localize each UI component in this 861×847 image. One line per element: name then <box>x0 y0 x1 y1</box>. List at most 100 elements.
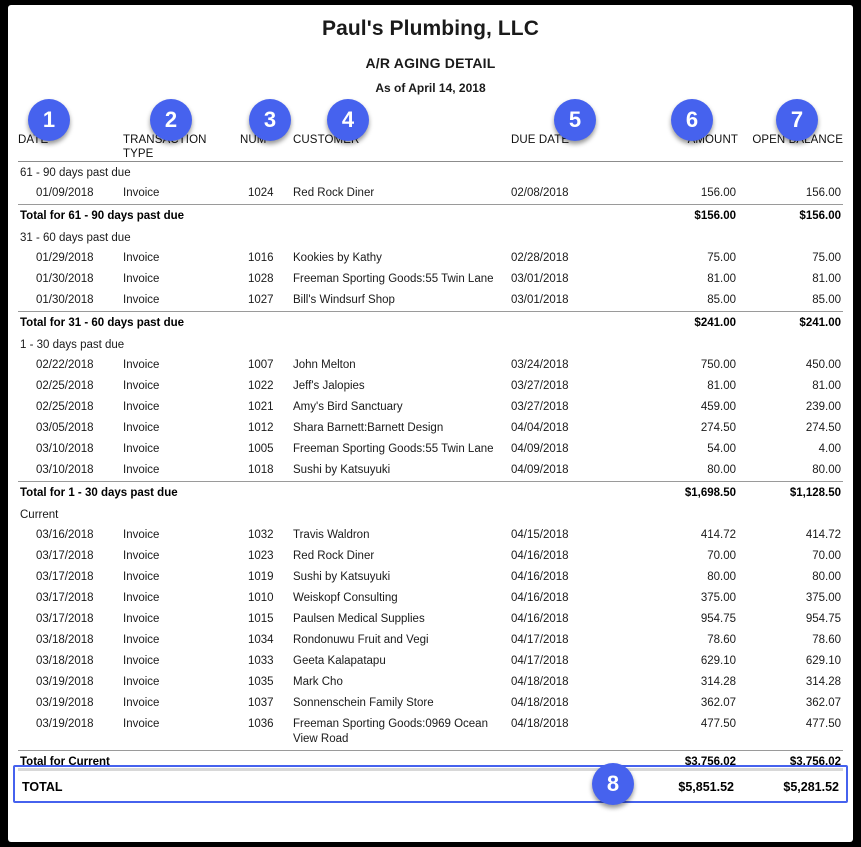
aging-group-header: 61 - 90 days past due <box>18 162 843 184</box>
cell-customer: Geeta Kalapatapu <box>293 655 386 667</box>
cell-customer: Red Rock Diner <box>293 187 375 199</box>
cell-due-date: 03/01/2018 <box>511 273 569 285</box>
cell-transaction-type: Invoice <box>123 464 160 476</box>
aging-group-subtotal-row: Total for 31 - 60 days past due $241.00 $2… <box>18 311 843 334</box>
table-row[interactable]: 03/17/2018 Invoice 1023 Red Rock Diner 04/16… <box>18 546 843 567</box>
cell-open-balance: 629.10 <box>805 655 841 667</box>
table-row[interactable]: 03/10/2018 Invoice 1018 Sushi by Katsuyuki 0… <box>18 460 843 482</box>
table-row[interactable]: 03/18/2018 Invoice 1033 Geeta Kalapatapu 04/… <box>18 651 843 672</box>
subtotal-label: Total for 31 - 60 days past due <box>18 311 628 334</box>
cell-date: 02/22/2018 <box>36 359 94 371</box>
cell-num: 1024 <box>248 187 274 199</box>
table-row[interactable]: 03/10/2018 Invoice 1005 Freeman Sporting Go… <box>18 439 843 460</box>
table-row[interactable]: 03/16/2018 Invoice 1032 Travis Waldron 04/15… <box>18 525 843 546</box>
table-row[interactable]: 03/05/2018 Invoice 1012 Shara Barnett:Barne… <box>18 418 843 439</box>
cell-customer: Jeff's Jalopies <box>293 380 365 392</box>
cell-num: 1023 <box>248 550 274 562</box>
cell-date: 03/17/2018 <box>36 613 94 625</box>
cell-date: 03/16/2018 <box>36 529 94 541</box>
cell-date: 03/10/2018 <box>36 464 94 476</box>
cell-date: 03/19/2018 <box>36 676 94 688</box>
cell-transaction-type: Invoice <box>123 380 160 392</box>
cell-num: 1034 <box>248 634 274 646</box>
subtotal-label: Total for 1 - 30 days past due <box>18 481 628 504</box>
table-row[interactable]: 03/18/2018 Invoice 1034 Rondonuwu Fruit and… <box>18 630 843 651</box>
table-row[interactable]: 02/22/2018 Invoice 1007 John Melton 03/24/20… <box>18 355 843 376</box>
cell-customer: Travis Waldron <box>293 529 370 541</box>
cell-amount: 85.00 <box>707 294 736 306</box>
cell-due-date: 04/17/2018 <box>511 634 569 646</box>
cell-num: 1036 <box>248 718 274 730</box>
annotation-badge-1: 1 <box>28 99 70 141</box>
cell-amount: 954.75 <box>700 613 736 625</box>
cell-open-balance: 75.00 <box>812 252 841 264</box>
cell-customer: Weiskopf Consulting <box>293 592 398 604</box>
table-row[interactable]: 01/30/2018 Invoice 1028 Freeman Sporting Go… <box>18 269 843 290</box>
cell-amount: 156.00 <box>700 187 736 199</box>
table-row[interactable]: 03/19/2018 Invoice 1037 Sonnenschein Family… <box>18 693 843 714</box>
cell-amount: 70.00 <box>707 550 736 562</box>
grand-total-amount: $5,851.52 <box>628 773 738 801</box>
report-header: Paul's Plumbing, LLC A/R AGING DETAIL As… <box>8 17 853 95</box>
table-row[interactable]: 03/17/2018 Invoice 1019 Sushi by Katsuyuki 0… <box>18 567 843 588</box>
cell-customer: Shara Barnett:Barnett Design <box>293 422 444 434</box>
cell-open-balance: 81.00 <box>812 273 841 285</box>
subtotal-amount: $1,698.50 <box>628 481 738 504</box>
cell-date: 03/17/2018 <box>36 571 94 583</box>
annotation-badge-8: 8 <box>592 763 634 805</box>
table-row[interactable]: 01/29/2018 Invoice 1016 Kookies by Kathy 02/… <box>18 248 843 269</box>
table-row[interactable]: 03/19/2018 Invoice 1035 Mark Cho 04/18/2018 3… <box>18 672 843 693</box>
cell-amount: 81.00 <box>707 273 736 285</box>
cell-num: 1019 <box>248 571 274 583</box>
grand-total-open-balance: $5,281.52 <box>738 773 843 801</box>
cell-open-balance: 274.50 <box>805 422 841 434</box>
table-row[interactable]: 02/25/2018 Invoice 1021 Amy's Bird Sanctuar… <box>18 397 843 418</box>
cell-date: 02/25/2018 <box>36 380 94 392</box>
cell-customer: Sushi by Katsuyuki <box>293 571 391 583</box>
annotation-badge-7: 7 <box>776 99 818 141</box>
table-row[interactable]: 02/25/2018 Invoice 1022 Jeff's Jalopies 03/2… <box>18 376 843 397</box>
cell-open-balance: 70.00 <box>812 550 841 562</box>
cell-due-date: 03/27/2018 <box>511 380 569 392</box>
cell-num: 1010 <box>248 592 274 604</box>
cell-open-balance: 80.00 <box>812 464 841 476</box>
cell-num: 1037 <box>248 697 274 709</box>
cell-amount: 54.00 <box>707 443 736 455</box>
table-row[interactable]: 03/17/2018 Invoice 1015 Paulsen Medical Sup… <box>18 609 843 630</box>
cell-customer: Bill's Windsurf Shop <box>293 294 395 306</box>
table-header-row: DATE TRANSACTION TYPE NUM CUSTOMER DUE D… <box>18 133 843 162</box>
aging-detail-table: DATE TRANSACTION TYPE NUM CUSTOMER DUE D… <box>18 133 843 801</box>
table-row[interactable]: 01/30/2018 Invoice 1027 Bill's Windsurf Sho… <box>18 290 843 312</box>
cell-num: 1005 <box>248 443 274 455</box>
cell-customer: Red Rock Diner <box>293 550 375 562</box>
cell-transaction-type: Invoice <box>123 401 160 413</box>
cell-num: 1021 <box>248 401 274 413</box>
cell-num: 1022 <box>248 380 274 392</box>
cell-open-balance: 362.07 <box>805 697 841 709</box>
annotation-badge-5: 5 <box>554 99 596 141</box>
table-row[interactable]: 03/19/2018 Invoice 1036 Freeman Sporting Go… <box>18 714 843 751</box>
cell-date: 03/17/2018 <box>36 550 94 562</box>
table-row[interactable]: 03/17/2018 Invoice 1010 Weiskopf Consulting… <box>18 588 843 609</box>
report-page: Paul's Plumbing, LLC A/R AGING DETAIL As… <box>8 5 853 842</box>
subtotal-amount: $241.00 <box>628 311 738 334</box>
cell-transaction-type: Invoice <box>123 613 160 625</box>
cell-amount: 375.00 <box>700 592 736 604</box>
cell-customer: Sonnenschein Family Store <box>293 697 434 709</box>
cell-due-date: 04/18/2018 <box>511 697 569 709</box>
cell-amount: 477.50 <box>700 718 736 730</box>
annotation-badge-2: 2 <box>150 99 192 141</box>
cell-transaction-type: Invoice <box>123 676 160 688</box>
cell-customer: Mark Cho <box>293 676 343 688</box>
cell-open-balance: 239.00 <box>805 401 841 413</box>
cell-amount: 80.00 <box>707 464 736 476</box>
table-row[interactable]: 01/09/2018 Invoice 1024 Red Rock Diner 02/08… <box>18 183 843 205</box>
cell-date: 03/18/2018 <box>36 634 94 646</box>
cell-customer: Rondonuwu Fruit and Vegi <box>293 634 429 646</box>
cell-due-date: 04/04/2018 <box>511 422 569 434</box>
cell-due-date: 04/09/2018 <box>511 464 569 476</box>
cell-num: 1033 <box>248 655 274 667</box>
table-body: 61 - 90 days past due 01/09/2018 Invoice 10… <box>18 162 843 801</box>
cell-amount: 414.72 <box>700 529 736 541</box>
cell-due-date: 04/09/2018 <box>511 443 569 455</box>
